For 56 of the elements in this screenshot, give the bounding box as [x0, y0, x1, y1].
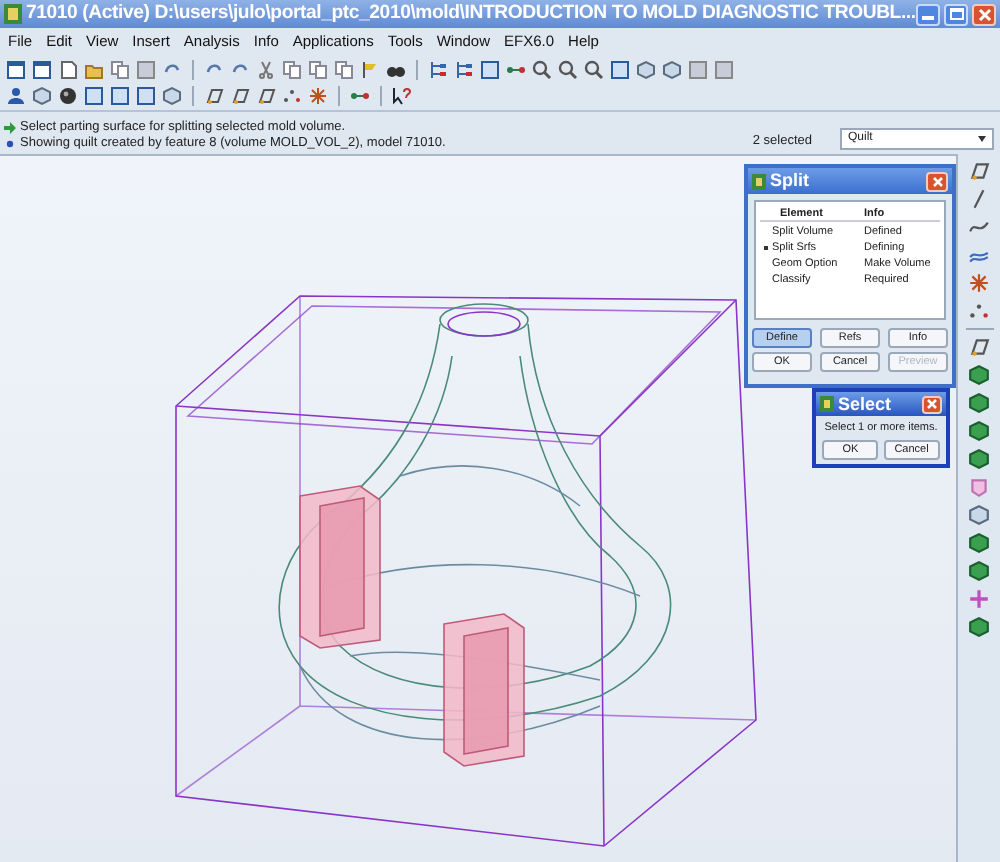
frame-icon[interactable]	[480, 60, 500, 80]
dialog-title: Split	[770, 172, 811, 190]
block-icon[interactable]	[968, 392, 990, 414]
app-icon	[752, 173, 766, 189]
window-icon[interactable]	[32, 60, 52, 80]
datum-plane-icon[interactable]	[230, 86, 250, 106]
close-icon	[931, 175, 943, 187]
dialog-title: Select	[838, 395, 894, 413]
page-icon[interactable]	[58, 60, 78, 80]
close-icon	[926, 398, 938, 410]
close-button[interactable]	[926, 171, 948, 191]
datum-plane-icon[interactable]	[204, 86, 224, 106]
zoom-icon[interactable]	[584, 60, 604, 80]
shield-icon[interactable]	[968, 476, 990, 498]
frame-icon[interactable]	[610, 60, 630, 80]
cross-icon[interactable]	[968, 588, 990, 610]
bullet-icon	[4, 138, 16, 150]
curve-icon[interactable]	[968, 216, 990, 238]
scissors-icon[interactable]	[256, 60, 276, 80]
zoom-icon[interactable]	[558, 60, 578, 80]
close-button[interactable]	[922, 395, 942, 413]
cube-icon[interactable]	[32, 86, 52, 106]
close-button[interactable]	[972, 3, 996, 25]
block-icon[interactable]	[968, 420, 990, 442]
window-title: 71010 (Active) D:\users\julo\portal_ptc_2010\mold\INTRODUCTION TO MOLD DIAGNOSTIC TROUBL...	[26, 4, 912, 24]
points-icon[interactable]	[968, 300, 990, 322]
datum-plane-icon[interactable]	[968, 160, 990, 182]
block-icon[interactable]	[968, 616, 990, 638]
tree-icon[interactable]	[428, 60, 448, 80]
points-icon[interactable]	[282, 86, 302, 106]
maximize-button[interactable]	[944, 3, 968, 25]
star-icon[interactable]	[308, 86, 328, 106]
window-icon[interactable]	[6, 60, 26, 80]
datum-plane-icon[interactable]	[968, 336, 990, 358]
copy-icon[interactable]	[110, 60, 130, 80]
cube-icon[interactable]	[162, 86, 182, 106]
arrow-icon	[4, 122, 16, 134]
app-icon	[820, 396, 834, 412]
block-icon[interactable]	[968, 448, 990, 470]
app-icon	[4, 4, 22, 24]
block-icon[interactable]	[968, 364, 990, 386]
cube-icon[interactable]	[968, 504, 990, 526]
datum-plane-icon[interactable]	[256, 86, 276, 106]
person-icon[interactable]	[6, 86, 26, 106]
zoom-icon[interactable]	[532, 60, 552, 80]
tree-icon[interactable]	[454, 60, 474, 80]
flag-icon[interactable]	[360, 60, 380, 80]
close-icon	[977, 7, 991, 21]
sphere-icon[interactable]	[58, 86, 78, 106]
help-pointer-icon[interactable]	[392, 86, 412, 106]
minimize-button[interactable]	[916, 3, 940, 25]
block-icon[interactable]	[968, 560, 990, 582]
star-icon[interactable]	[968, 272, 990, 294]
line-icon[interactable]	[968, 188, 990, 210]
block-icon[interactable]	[968, 532, 990, 554]
dropdown-arrow-icon	[978, 136, 986, 142]
